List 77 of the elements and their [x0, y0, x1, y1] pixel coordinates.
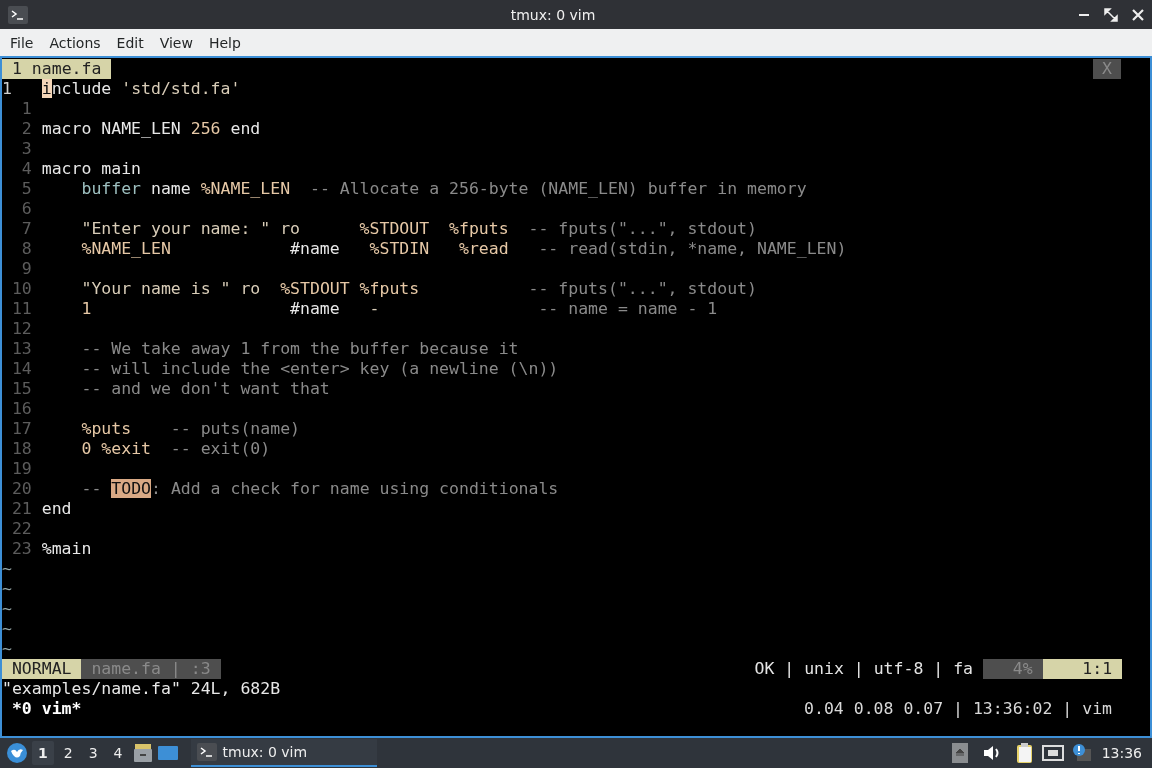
cursor-position: 1:1 — [1042, 659, 1122, 679]
line-number: 11 — [10, 299, 33, 319]
code-line: 1 #name - -- name = name - 1 — [80, 299, 718, 319]
file-info: OK | unix | utf-8 | fa — [754, 659, 974, 679]
workspace-button[interactable]: 3 — [82, 741, 104, 765]
bird-logo-icon[interactable] — [6, 742, 28, 764]
line-number: 22 — [10, 519, 33, 539]
workspace-button[interactable]: 2 — [57, 741, 79, 765]
line-number: 16 — [10, 399, 33, 419]
tmux-status: 0.04 0.08 0.07 | 13:36:02 | vim — [804, 699, 1112, 719]
line-number: 19 — [10, 459, 33, 479]
code-line: 0 %exit -- exit(0) — [80, 439, 271, 459]
code-line: %main — [41, 539, 92, 559]
code-line: -- will include the <enter> key (a newline (\n)) — [80, 359, 559, 379]
menu-item[interactable]: Help — [200, 34, 249, 51]
line-number: 5 — [20, 179, 33, 199]
line-number: 10 — [10, 279, 33, 299]
empty-line-marker: ~ — [2, 559, 12, 579]
line-number: 8 — [20, 239, 33, 259]
taskbar-window-button[interactable]: tmux: 0 vim — [190, 739, 377, 767]
code-line: macro NAME_LEN 256 end — [41, 119, 261, 139]
empty-line-marker: ~ — [2, 639, 12, 659]
workspace-button[interactable]: 4 — [107, 741, 129, 765]
line-number: 20 — [10, 479, 33, 499]
line-number: 3 — [20, 139, 33, 159]
code-line: -- We take away 1 from the buffer because it — [80, 339, 519, 359]
line-number: 13 — [10, 339, 33, 359]
line-number: 2 — [20, 119, 33, 139]
clock: 13:36 — [1101, 745, 1142, 761]
window-title: tmux: 0 vim — [509, 6, 597, 23]
line-number: 23 — [10, 539, 33, 559]
eject-icon[interactable] — [951, 743, 968, 763]
line-number: 21 — [10, 499, 33, 519]
empty-line-marker: ~ — [2, 619, 12, 639]
message-line: "examples/name.fa" 24L, 682B — [2, 679, 281, 699]
line-number: 1 — [2, 79, 13, 99]
empty-line-marker: ~ — [2, 599, 12, 619]
terminal-icon — [196, 743, 217, 761]
scroll-percent: 4% — [982, 659, 1043, 679]
menu-item[interactable]: Edit — [108, 34, 152, 51]
network-icon[interactable] — [1041, 744, 1064, 762]
line-number: 18 — [10, 439, 33, 459]
menu-item[interactable]: View — [151, 34, 201, 51]
tmux-window[interactable]: *0 vim* — [2, 699, 82, 719]
line-number: 7 — [20, 219, 33, 239]
maximize-icon[interactable] — [1104, 7, 1118, 22]
clipboard-icon[interactable] — [1015, 742, 1034, 764]
line-number: 12 — [10, 319, 33, 339]
line-number: 4 — [20, 159, 33, 179]
line-number: 14 — [10, 359, 33, 379]
empty-line-marker: ~ — [2, 579, 12, 599]
close-icon[interactable] — [1132, 8, 1144, 21]
code-line: "Your name is " ro %STDOUT %fputs -- fputs("...", stdout) — [80, 279, 757, 299]
desktop-icon[interactable] — [156, 744, 179, 762]
line-number: 17 — [10, 419, 33, 439]
menu-item[interactable]: Actions — [41, 34, 109, 51]
code-line: include 'std/std.fa' — [41, 79, 241, 99]
workspace-button[interactable]: 1 — [32, 741, 54, 765]
code-line: buffer name %NAME_LEN -- Allocate a 256-byte (NAME_LEN) buffer in memory — [80, 179, 807, 199]
file-status: name.fa | :3 — [81, 659, 221, 679]
menu-item[interactable]: File — [2, 34, 42, 51]
code-line: macro main — [41, 159, 142, 179]
code-line: -- TODO: Add a check for name using conditionals — [80, 479, 559, 499]
code-line: -- and we don't want that — [80, 379, 330, 399]
file-cabinet-icon[interactable] — [132, 743, 153, 763]
code-line: "Enter your name: " ro %STDOUT %fputs -- fputs("...", stdout) — [80, 219, 757, 239]
line-number: 6 — [20, 199, 33, 219]
buffer-tab[interactable]: 1 name.fa — [2, 59, 112, 79]
notification-icon[interactable] — [1071, 743, 1092, 763]
line-number: 15 — [10, 379, 33, 399]
terminal-icon — [8, 5, 28, 24]
code-line: end — [41, 499, 72, 519]
line-number: 9 — [20, 259, 33, 279]
code-line: %NAME_LEN #name %STDIN %read -- read(stdin, *name, NAME_LEN) — [80, 239, 847, 259]
code-line: %puts -- puts(name) — [80, 419, 300, 439]
line-number: 1 — [20, 99, 33, 119]
mode-indicator: NORMAL — [2, 659, 82, 679]
